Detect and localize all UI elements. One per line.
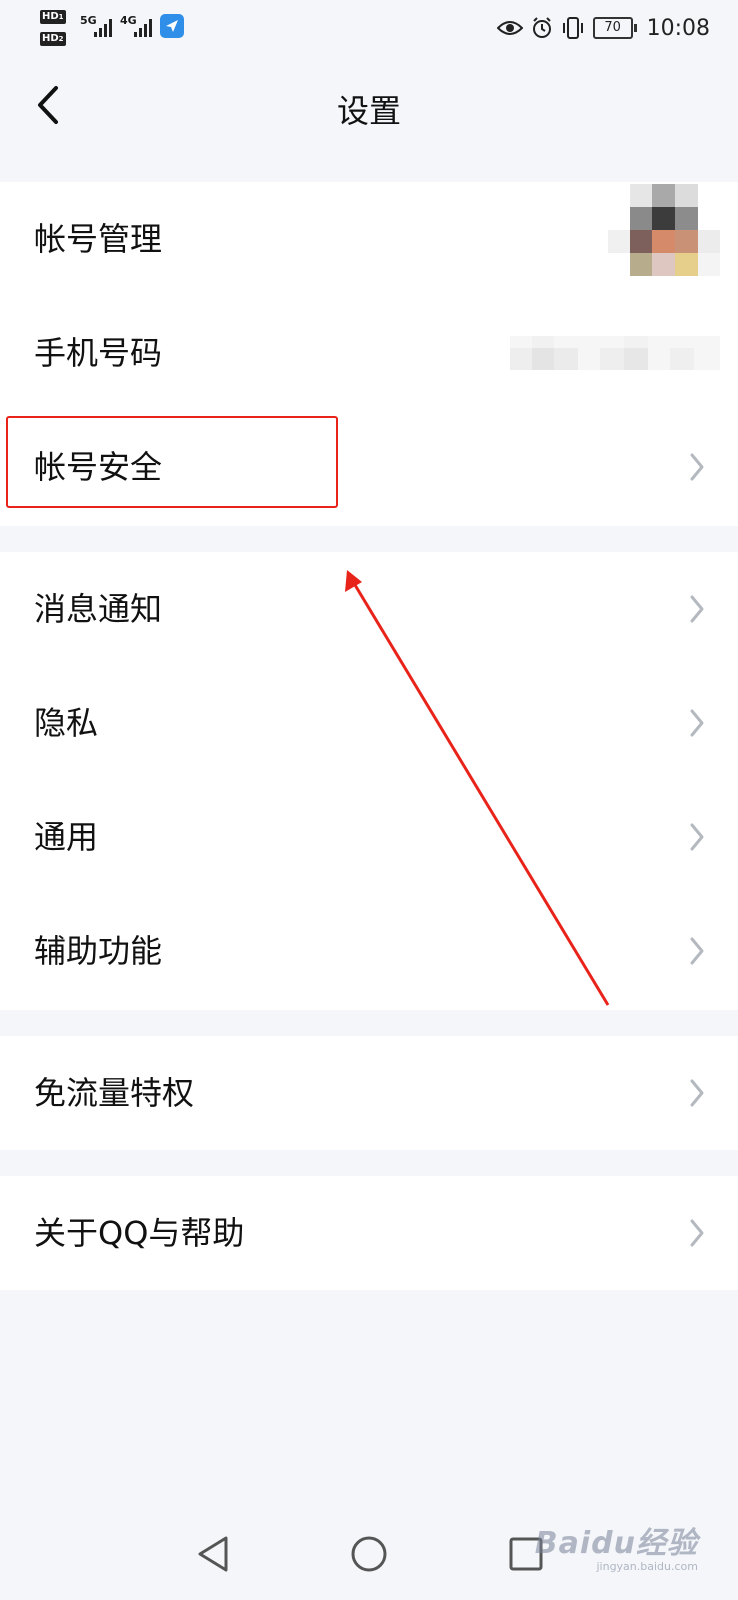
nav-home-button[interactable]	[349, 1534, 389, 1574]
row-phone-number[interactable]: 手机号码	[0, 296, 738, 410]
chevron-right-icon	[690, 595, 704, 623]
chevron-right-icon	[690, 453, 704, 481]
status-right: 70 10:08	[496, 12, 710, 44]
row-label: 消息通知	[34, 590, 163, 628]
row-label: 手机号码	[34, 334, 163, 372]
row-label: 辅助功能	[34, 932, 163, 970]
phone-number-blurred	[510, 336, 720, 370]
row-label: 通用	[34, 818, 99, 856]
settings-group-about: 关于QQ与帮助	[0, 1176, 738, 1290]
hd1-badge: HD1	[40, 10, 66, 24]
chevron-right-icon	[690, 937, 704, 965]
chevron-right-icon	[690, 1219, 704, 1247]
app-notification-icon	[160, 14, 184, 38]
watermark: Baidu经验 jingyan.baidu.com	[535, 1518, 698, 1573]
triangle-back-icon	[198, 1536, 228, 1572]
row-general[interactable]: 通用	[0, 780, 738, 894]
status-bar: HD1 HD2 5G 4G 70 10:08	[0, 0, 738, 56]
settings-group-general: 消息通知 隐私 通用 辅助功能	[0, 552, 738, 1010]
annotation-highlight-box	[6, 416, 338, 508]
battery-indicator: 70	[592, 17, 637, 39]
page-title: 设置	[336, 92, 401, 130]
chevron-right-icon	[690, 709, 704, 737]
nav-bar: 设置	[0, 56, 738, 156]
watermark-logo: Baidu经验	[534, 1526, 698, 1561]
signal-icon	[94, 19, 112, 37]
vibrate-icon	[562, 17, 583, 39]
circle-home-icon	[351, 1536, 387, 1572]
clock: 10:08	[646, 15, 710, 41]
hd2-badge: HD2	[40, 32, 66, 46]
row-notifications[interactable]: 消息通知	[0, 552, 738, 666]
row-label: 帐号管理	[34, 220, 163, 258]
row-account-management[interactable]: 帐号管理	[0, 182, 738, 296]
chevron-right-icon	[690, 823, 704, 851]
row-accessibility[interactable]: 辅助功能	[0, 894, 738, 1008]
alarm-icon	[532, 17, 551, 38]
row-label: 关于QQ与帮助	[34, 1214, 245, 1252]
signal-icon	[134, 19, 152, 37]
avatar	[608, 184, 720, 276]
eye-icon	[496, 21, 523, 35]
row-label: 隐私	[34, 704, 99, 742]
row-label: 免流量特权	[34, 1074, 195, 1112]
row-about-help[interactable]: 关于QQ与帮助	[0, 1176, 738, 1290]
nav-back-button[interactable]	[194, 1534, 234, 1574]
chevron-right-icon	[690, 1079, 704, 1107]
row-privacy[interactable]: 隐私	[0, 666, 738, 780]
row-free-data[interactable]: 免流量特权	[0, 1036, 738, 1150]
settings-group-data: 免流量特权	[0, 1036, 738, 1150]
